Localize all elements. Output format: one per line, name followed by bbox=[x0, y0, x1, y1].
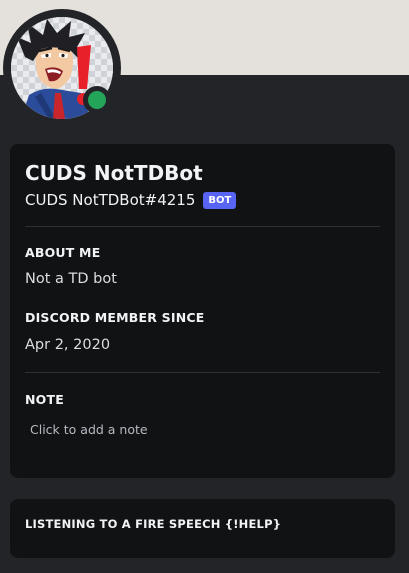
username-row: CUDS NotTDBot#4215 BOT bbox=[25, 191, 237, 209]
note-input[interactable]: Click to add a note bbox=[25, 415, 380, 443]
activity-card: LISTENING TO A FIRE SPEECH {!HELP} bbox=[10, 499, 395, 558]
divider bbox=[25, 226, 380, 227]
note-heading: NOTE bbox=[25, 392, 64, 407]
status-indicator bbox=[83, 86, 111, 114]
member-since-date: Apr 2, 2020 bbox=[25, 337, 111, 353]
note-placeholder: Click to add a note bbox=[30, 422, 148, 437]
about-me-text: Not a TD bot bbox=[25, 271, 117, 287]
username[interactable]: CUDS NotTDBot#4215 bbox=[25, 191, 195, 209]
bot-tag: BOT bbox=[203, 191, 237, 209]
divider bbox=[25, 372, 380, 373]
about-me-heading: ABOUT ME bbox=[25, 245, 101, 260]
avatar-frame bbox=[3, 9, 121, 127]
member-since-heading: DISCORD MEMBER SINCE bbox=[25, 310, 205, 325]
online-status-icon bbox=[88, 91, 106, 109]
activity-heading: LISTENING TO A FIRE SPEECH {!HELP} bbox=[25, 517, 282, 531]
display-name: CUDS NotTDBot bbox=[25, 161, 203, 185]
profile-info-card: CUDS NotTDBot CUDS NotTDBot#4215 BOT ABO… bbox=[10, 144, 395, 478]
